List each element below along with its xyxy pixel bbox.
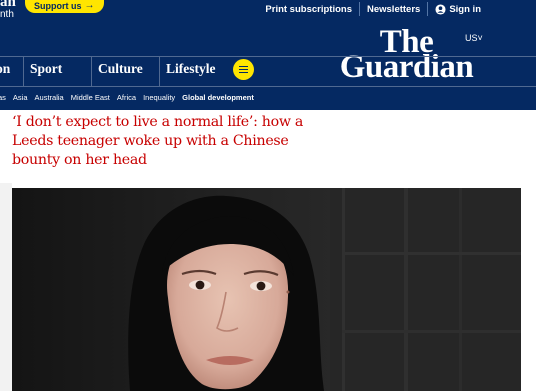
article-headline: ‘I don’t expect to live a normal life’: … (12, 114, 304, 168)
divider (427, 2, 429, 16)
article-main-image (12, 188, 521, 391)
print-subscriptions-link[interactable]: Print subscriptions (265, 4, 352, 15)
user-icon (435, 3, 446, 15)
pillar-culture[interactable]: Culture (92, 56, 160, 86)
pillar-sport[interactable]: Sport (24, 56, 92, 86)
subnav-item-asia[interactable]: Asia (13, 93, 28, 102)
guardian-logo[interactable]: The Guardian (319, 26, 494, 85)
pillar-nav: on Sport Culture Lifestyle (0, 56, 230, 86)
divider (0, 86, 536, 87)
sign-in-link[interactable]: Sign in (435, 4, 481, 15)
subnav-item-africa[interactable]: Africa (117, 93, 136, 102)
subnav-item-global-development[interactable]: Global development (182, 93, 254, 102)
subnav: as Asia Australia Middle East Africa Ine… (0, 93, 254, 102)
divider (358, 2, 360, 16)
pillar-sport-label: Sport (30, 61, 63, 76)
subnav-item[interactable]: as (0, 93, 6, 102)
masthead: an nth Support us → Print subscriptions … (0, 0, 536, 110)
menu-icon (239, 66, 248, 73)
pillar-news[interactable]: on (0, 56, 24, 86)
cropped-subtitle-text: nth (0, 9, 14, 20)
arrow-right-icon: → (84, 0, 95, 11)
subnav-item-australia[interactable]: Australia (35, 93, 64, 102)
sign-in-label: Sign in (449, 3, 481, 15)
menu-button[interactable] (233, 59, 254, 80)
pillar-lifestyle-label: Lifestyle (166, 61, 216, 76)
top-links: Print subscriptions Newsletters Sign in (265, 2, 481, 16)
logo-line-guardian: Guardian (339, 49, 474, 85)
portrait-photo (12, 188, 521, 391)
support-us-button[interactable]: Support us → (25, 0, 104, 13)
pillar-lifestyle[interactable]: Lifestyle (160, 56, 230, 86)
pillar-news-label: on (0, 61, 11, 76)
pillar-culture-label: Culture (98, 61, 143, 76)
subnav-item-middle-east[interactable]: Middle East (71, 93, 110, 102)
left-margin-panel (0, 183, 12, 391)
support-us-label: Support us (34, 0, 82, 11)
subnav-item-inequality[interactable]: Inequality (143, 93, 175, 102)
newsletters-link[interactable]: Newsletters (367, 4, 420, 15)
